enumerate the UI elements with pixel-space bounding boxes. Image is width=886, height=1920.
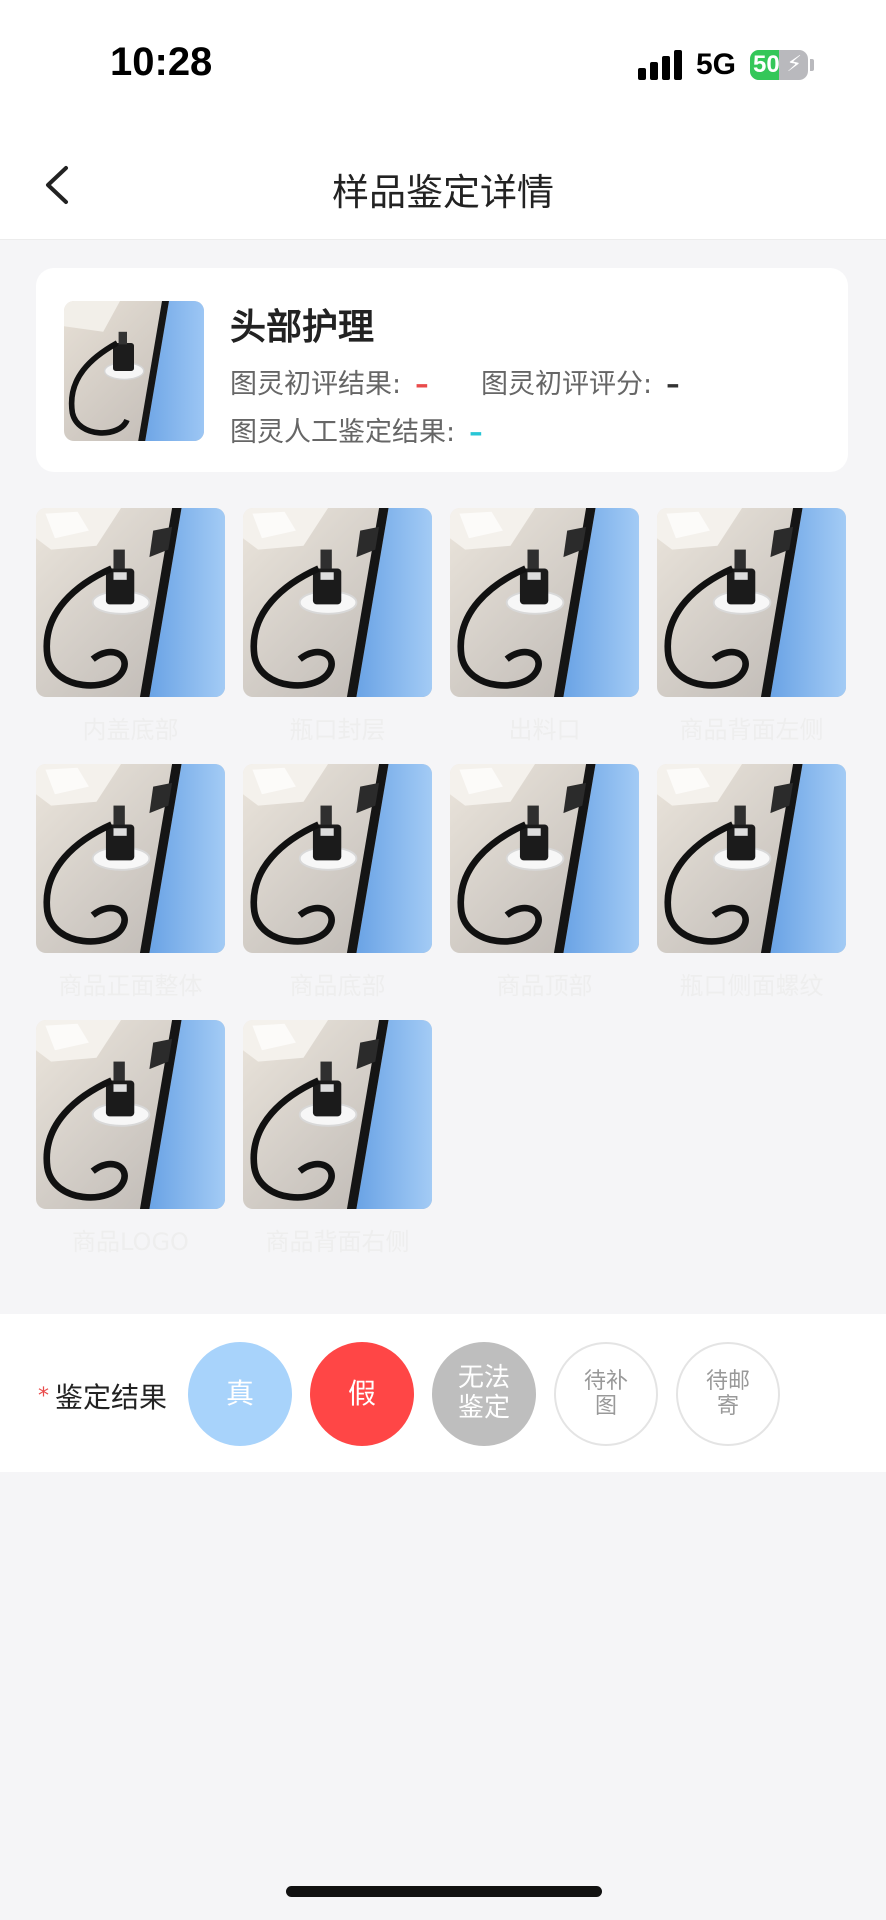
photo-image[interactable] xyxy=(243,508,432,697)
photo-item[interactable]: 瓶口侧面螺纹 xyxy=(657,764,846,1000)
photo-caption: 商品背面右侧 xyxy=(265,1228,410,1256)
initial-score-label: 图灵初评评分: xyxy=(481,369,653,400)
initial-score-value: – xyxy=(666,369,680,400)
photo-caption: 商品LOGO xyxy=(72,1228,189,1256)
photo-caption: 内盖底部 xyxy=(82,716,179,744)
photo-image[interactable] xyxy=(36,1020,225,1209)
manual-result-row: 图灵人工鉴定结果: – xyxy=(230,410,483,449)
photo-item[interactable]: 商品正面整体 xyxy=(36,764,225,1000)
battery-tip xyxy=(810,59,814,71)
photo-item[interactable]: 商品底部 xyxy=(243,764,432,1000)
manual-result-label: 图灵人工鉴定结果: xyxy=(230,417,456,448)
result-label-row: * 鉴定结果 xyxy=(38,1376,167,1416)
photo-item[interactable]: 商品顶部 xyxy=(450,764,639,1000)
charging-bolt-icon: ⚡ xyxy=(786,52,802,77)
page-title: 样品鉴定详情 xyxy=(332,171,554,214)
photo-item[interactable]: 出料口 xyxy=(450,508,639,744)
status-time: 10:28 xyxy=(110,40,213,84)
signal-icon xyxy=(637,50,682,80)
photo-image[interactable] xyxy=(657,764,846,953)
manual-result-value: – xyxy=(469,417,483,448)
battery-level: 50 xyxy=(753,51,780,78)
photo-image[interactable] xyxy=(657,508,846,697)
photo-caption: 商品底部 xyxy=(289,972,386,1000)
initial-result-value: – xyxy=(415,369,429,400)
result-false-button[interactable]: 假 xyxy=(310,1342,414,1446)
initial-result-label: 图灵初评结果: xyxy=(230,369,402,400)
initial-result-row: 图灵初评结果: – xyxy=(230,362,429,401)
photo-item[interactable]: 商品背面右侧 xyxy=(243,1020,432,1256)
photo-item[interactable]: 瓶口封层 xyxy=(243,508,432,744)
photo-image[interactable] xyxy=(243,1020,432,1209)
photo-caption: 出料口 xyxy=(508,716,581,744)
photo-caption: 商品顶部 xyxy=(496,972,593,1000)
photo-caption: 瓶口侧面螺纹 xyxy=(679,972,824,1000)
photo-caption: 瓶口封层 xyxy=(289,716,386,744)
photo-item[interactable]: 内盖底部 xyxy=(36,508,225,744)
photo-image[interactable] xyxy=(36,508,225,697)
result-true-button[interactable]: 真 xyxy=(188,1342,292,1446)
initial-score-row: 图灵初评评分: – xyxy=(481,362,680,401)
required-mark: * xyxy=(38,1384,49,1409)
photo-item[interactable]: 商品LOGO xyxy=(36,1020,225,1256)
photo-image[interactable] xyxy=(36,764,225,953)
photo-image[interactable] xyxy=(243,764,432,953)
photo-item[interactable]: 商品背面左侧 xyxy=(657,508,846,744)
result-panel: * 鉴定结果 真 假 无法鉴定 待补图 待邮寄 xyxy=(0,1314,886,1472)
photo-caption: 商品正面整体 xyxy=(58,972,203,1000)
photo-caption: 商品背面左侧 xyxy=(679,716,824,744)
product-name: 头部护理 xyxy=(230,307,375,348)
network-type: 5G xyxy=(695,48,736,81)
status-bar: 10:28 5G 50 ⚡ xyxy=(0,0,886,130)
result-await-mail-button[interactable]: 待邮寄 xyxy=(676,1342,780,1446)
photo-grid: 内盖底部 瓶口封层 出料口 商品背面左侧商品正面整体 商品底部 商品顶部 瓶口侧面螺纹商品L… xyxy=(36,508,848,1256)
result-await-picture-button[interactable]: 待补图 xyxy=(554,1342,658,1446)
status-indicators: 5G 50 ⚡ xyxy=(637,48,814,82)
photo-image[interactable] xyxy=(450,508,639,697)
product-thumbnail[interactable] xyxy=(64,301,204,441)
result-unable-button[interactable]: 无法鉴定 xyxy=(432,1342,536,1446)
photo-image[interactable] xyxy=(450,764,639,953)
result-label: 鉴定结果 xyxy=(55,1381,168,1414)
battery-icon: 50 ⚡ xyxy=(750,50,808,80)
nav-bar: 样品鉴定详情 xyxy=(0,130,886,240)
product-card: 头部护理 图灵初评结果: – 图灵初评评分: – 图灵人工鉴定结果: – xyxy=(36,268,848,472)
home-indicator xyxy=(286,1886,602,1897)
